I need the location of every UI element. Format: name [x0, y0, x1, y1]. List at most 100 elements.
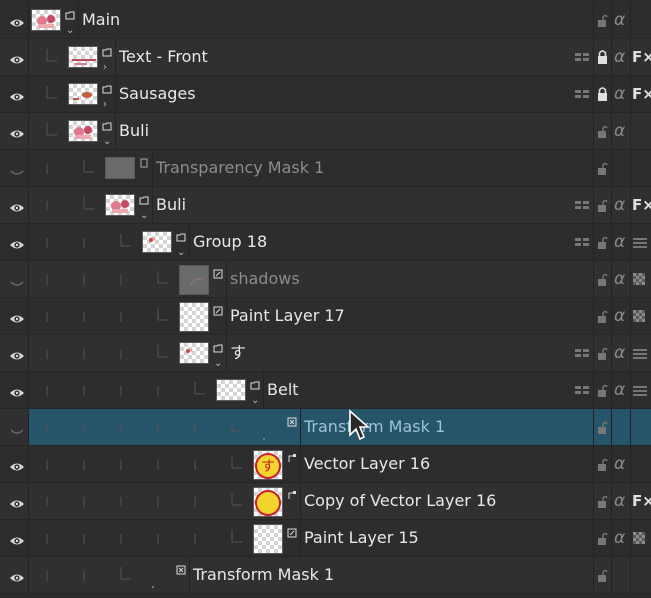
- lock-open-icon[interactable]: [596, 335, 608, 372]
- inherit-alpha-icon[interactable]: [574, 224, 590, 261]
- layer-row[interactable]: Transform Mask 1: [0, 409, 651, 446]
- layer-style-fx-icon[interactable]: F×: [632, 483, 651, 520]
- layer-style-fx-icon[interactable]: F×: [632, 187, 651, 224]
- inherit-alpha-icon[interactable]: [574, 76, 590, 113]
- lock-open-icon[interactable]: [596, 150, 608, 187]
- visibility-eye-icon[interactable]: [9, 495, 25, 508]
- alpha-channel-icon[interactable]: α: [614, 335, 625, 372]
- layer-row[interactable]: Transparency Mask 1: [0, 150, 651, 187]
- visibility-eye-icon[interactable]: [9, 125, 25, 138]
- visibility-eye-icon[interactable]: [9, 199, 25, 212]
- layer-name[interactable]: shadows: [230, 269, 300, 289]
- layer-name[interactable]: Text - Front: [119, 47, 208, 67]
- lock-open-icon[interactable]: [596, 261, 608, 298]
- layer-row[interactable]: ⌄ Main α: [0, 2, 651, 39]
- lock-open-icon[interactable]: [596, 446, 608, 483]
- layer-thumbnail: す: [253, 450, 283, 480]
- alpha-channel-icon[interactable]: α: [614, 2, 625, 39]
- layer-style-fx-icon[interactable]: F×: [632, 76, 651, 113]
- layer-name[interactable]: Vector Layer 16: [304, 454, 430, 474]
- lock-open-icon[interactable]: [596, 298, 608, 335]
- alpha-channel-icon[interactable]: α: [614, 261, 625, 298]
- layer-row[interactable]: Transform Mask 1: [0, 557, 651, 594]
- expand-chevron-right-icon[interactable]: ›: [103, 100, 107, 110]
- visibility-eye-icon[interactable]: [9, 458, 25, 471]
- alpha-channel-icon[interactable]: α: [614, 76, 625, 113]
- lock-open-icon[interactable]: [596, 224, 608, 261]
- lock-open-icon[interactable]: [596, 2, 608, 39]
- hidden-eye-icon[interactable]: [9, 421, 25, 434]
- inherit-alpha-icon[interactable]: [574, 187, 590, 224]
- hidden-eye-icon[interactable]: [9, 273, 25, 286]
- expand-chevron-down-icon[interactable]: ⌄: [140, 211, 148, 221]
- layer-name[interactable]: す: [230, 343, 246, 363]
- layer-name[interactable]: Copy of Vector Layer 16: [304, 491, 496, 511]
- layer-row[interactable]: Paint Layer 15 α: [0, 520, 651, 557]
- layer-properties-icon[interactable]: [632, 335, 648, 372]
- inherit-alpha-icon[interactable]: [574, 372, 590, 409]
- expand-chevron-down-icon[interactable]: ⌄: [66, 26, 74, 36]
- layer-name[interactable]: Paint Layer 15: [304, 528, 419, 548]
- alpha-channel-icon[interactable]: α: [614, 372, 625, 409]
- layer-properties-icon[interactable]: [632, 224, 648, 261]
- layer-style-fx-icon[interactable]: F×: [632, 39, 651, 76]
- lock-open-icon[interactable]: [596, 409, 608, 446]
- expand-chevron-down-icon[interactable]: ⌄: [177, 248, 185, 258]
- expand-chevron-down-icon[interactable]: ⌄: [214, 359, 222, 369]
- layer-name[interactable]: Buli: [119, 121, 149, 141]
- visibility-eye-icon[interactable]: [9, 236, 25, 249]
- alpha-channel-icon[interactable]: α: [614, 446, 625, 483]
- layer-name[interactable]: Belt: [267, 380, 299, 400]
- layer-row[interactable]: ⌄ Belt α: [0, 372, 651, 409]
- visibility-eye-icon[interactable]: [9, 384, 25, 397]
- layer-name[interactable]: Buli: [156, 195, 186, 215]
- inherit-alpha-icon[interactable]: [574, 39, 590, 76]
- visibility-eye-icon[interactable]: [9, 14, 25, 27]
- layer-name[interactable]: Transform Mask 1: [193, 565, 334, 585]
- lock-open-icon[interactable]: [596, 113, 608, 150]
- lock-open-icon[interactable]: [596, 557, 608, 594]
- alpha-channel-icon[interactable]: α: [614, 483, 625, 520]
- alpha-channel-icon[interactable]: α: [614, 298, 625, 335]
- layer-properties-icon[interactable]: [632, 372, 648, 409]
- hidden-eye-icon[interactable]: [9, 162, 25, 175]
- visibility-eye-icon[interactable]: [9, 569, 25, 582]
- layer-name[interactable]: Transform Mask 1: [304, 417, 445, 437]
- layer-row[interactable]: › Text - Front α F×: [0, 39, 651, 76]
- lock-closed-icon[interactable]: [596, 39, 608, 76]
- layer-row[interactable]: す Vector Layer 16 α: [0, 446, 651, 483]
- layer-row[interactable]: Copy of Vector Layer 16 α F×: [0, 483, 651, 520]
- layer-row[interactable]: ⌄ Buli α F×: [0, 187, 651, 224]
- layer-row[interactable]: ⌄ Group 18 α: [0, 224, 651, 261]
- lock-closed-icon[interactable]: [596, 76, 608, 113]
- layer-row[interactable]: shadows α: [0, 261, 651, 298]
- layer-name[interactable]: Paint Layer 17: [230, 306, 345, 326]
- lock-open-icon[interactable]: [596, 187, 608, 224]
- lock-open-icon[interactable]: [596, 483, 608, 520]
- layer-row[interactable]: Paint Layer 17 α: [0, 298, 651, 335]
- expand-chevron-down-icon[interactable]: ⌄: [251, 396, 259, 406]
- visibility-eye-icon[interactable]: [9, 51, 25, 64]
- inherit-alpha-icon[interactable]: [574, 335, 590, 372]
- layer-row[interactable]: ⌄ す α: [0, 335, 651, 372]
- layer-row[interactable]: › Sausages α F×: [0, 76, 651, 113]
- alpha-channel-icon[interactable]: α: [614, 39, 625, 76]
- expand-chevron-down-icon[interactable]: ⌄: [103, 137, 111, 147]
- layer-name[interactable]: Sausages: [119, 84, 196, 104]
- alpha-channel-icon[interactable]: α: [614, 520, 625, 557]
- layer-name[interactable]: Transparency Mask 1: [156, 158, 324, 178]
- layer-name[interactable]: Main: [82, 10, 120, 30]
- alpha-channel-icon[interactable]: α: [614, 187, 625, 224]
- expand-chevron-right-icon[interactable]: ›: [103, 63, 107, 73]
- layer-name[interactable]: Group 18: [193, 232, 267, 252]
- visibility-eye-icon[interactable]: [9, 88, 25, 101]
- layer-row[interactable]: ⌄ Buli α: [0, 113, 651, 150]
- lock-open-icon[interactable]: [596, 372, 608, 409]
- alpha-channel-icon[interactable]: α: [614, 113, 625, 150]
- lock-open-icon[interactable]: [596, 520, 608, 557]
- visibility-eye-icon[interactable]: [9, 532, 25, 545]
- visibility-eye-icon[interactable]: [9, 310, 25, 323]
- alpha-channel-icon[interactable]: α: [614, 224, 625, 261]
- layer-thumbnail: [179, 342, 209, 364]
- visibility-eye-icon[interactable]: [9, 347, 25, 360]
